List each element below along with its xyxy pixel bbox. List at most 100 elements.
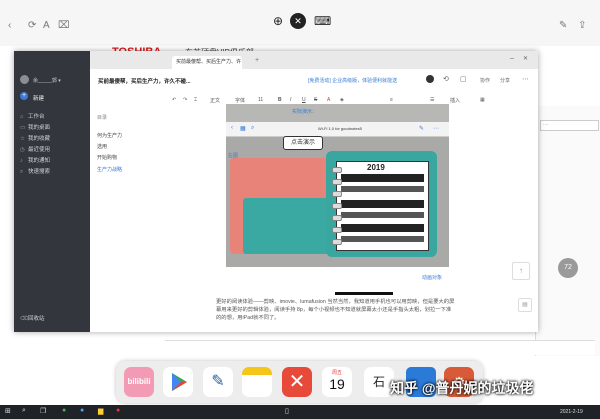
username[interactable]: 余_____郭 ▾: [33, 77, 61, 84]
outline-item-active[interactable]: 生产力战略: [97, 166, 122, 173]
search-icon[interactable]: ⌕: [251, 125, 254, 132]
comment-side-button[interactable]: ▤: [518, 298, 532, 312]
underline-icon[interactable]: U: [302, 97, 306, 103]
mute-icon[interactable]: ✕: [290, 13, 306, 29]
italic-icon[interactable]: I: [290, 97, 291, 103]
goodnotes-title: Wi-Fi 1.0 for goodnotes5: [318, 126, 362, 131]
back-icon[interactable]: ‹: [231, 125, 233, 131]
outline-title: 目录: [97, 115, 108, 121]
calendar-year: 2019: [367, 163, 385, 172]
play-store-icon[interactable]: [163, 367, 193, 397]
watermark: 知乎 @普丹妮的垃圾佬: [390, 380, 534, 396]
insert-menu[interactable]: 插入: [450, 97, 460, 104]
font-select[interactable]: 字体: [235, 97, 245, 104]
calendar-row: [341, 212, 424, 218]
calendar-row: [341, 200, 424, 208]
font-icon[interactable]: A: [43, 20, 50, 31]
strike-icon[interactable]: S: [314, 97, 317, 103]
table-icon[interactable]: ▦: [480, 97, 485, 103]
zoom-in-icon[interactable]: ⊕: [270, 13, 286, 29]
user-avatar-icon[interactable]: [426, 75, 434, 83]
close-icon[interactable]: ✕: [523, 55, 528, 62]
grid-icon[interactable]: ▦: [240, 125, 246, 132]
sidebar-item-desktop[interactable]: ▭ 我的桌面: [20, 123, 50, 131]
outline-item[interactable]: 何为生产力: [97, 132, 122, 139]
start-icon[interactable]: ⊞: [5, 407, 11, 415]
note-icon[interactable]: ⌧: [58, 20, 70, 31]
scroll-indicator[interactable]: [335, 292, 393, 295]
bold-icon[interactable]: B: [278, 97, 282, 103]
keyboard-icon[interactable]: ⌨: [314, 13, 331, 29]
goodnotes-toolbar: ‹ ▦ ⌕ Wi-Fi 1.0 for goodnotes5 ✎ ⋯: [226, 122, 449, 137]
bg-statusbar: [165, 340, 595, 355]
search-icon[interactable]: ⌕: [22, 407, 26, 415]
desktop-icon: ▭: [20, 125, 26, 131]
sidebar-item-recycle[interactable]: ⌫回收站: [20, 314, 45, 322]
doc-title[interactable]: 买前最傻帮，买后生产力，许久不碰...: [98, 77, 191, 85]
folder-icon[interactable]: ▆: [98, 407, 103, 415]
zoom-badge[interactable]: 72: [558, 258, 578, 278]
redo-icon[interactable]: ↷: [183, 97, 187, 103]
list-icon[interactable]: ≡: [390, 97, 393, 103]
app-icon[interactable]: ●: [116, 407, 120, 414]
sidebar-item-recent[interactable]: ◷ 最近使用: [20, 145, 50, 153]
promo-notice[interactable]: [免费活动] 企业高级版，体验便利就能送: [308, 77, 397, 84]
more-icon[interactable]: ⋯: [433, 125, 439, 132]
calendar-row: [341, 174, 424, 182]
clock-icon: ◷: [20, 147, 25, 153]
tab-bar: 买前最傻帮、买后生产力、许久... + – ✕: [90, 51, 538, 78]
share-button[interactable]: 分享: [500, 77, 510, 84]
chrome-icon[interactable]: ●: [62, 407, 66, 414]
notes-edit-icon[interactable]: ✎: [203, 367, 233, 397]
caption-top: 实际演示：: [292, 109, 318, 115]
refresh-icon[interactable]: ⟳: [28, 20, 36, 31]
notes-app-icon[interactable]: [242, 367, 272, 397]
browser-icon[interactable]: ●: [80, 407, 84, 414]
sidebar-item-search[interactable]: ⌕ 快速搜索: [20, 167, 50, 176]
history-icon[interactable]: ⟲: [443, 75, 449, 83]
pen-icon[interactable]: ✎: [419, 125, 424, 132]
tab-document[interactable]: 买前最傻帮、买后生产力、许久...: [172, 56, 242, 78]
system-toolbar: ‹ ⟳ A ⌧ ⊕ ✕ ⌨ ✎ ⇪: [0, 0, 600, 47]
text-color-icon[interactable]: A: [327, 97, 330, 103]
more-icon[interactable]: ⋯: [522, 75, 529, 83]
calendar-row: [341, 224, 424, 232]
style-select[interactable]: 正文: [210, 97, 220, 104]
image-top-strip: [226, 104, 449, 122]
taskview-icon[interactable]: ❐: [40, 407, 46, 415]
avatar[interactable]: [20, 75, 29, 84]
paragraph: 更好的阅读体验——剪映、imovie、lumafusion 当然当然，我知道用手…: [216, 299, 455, 321]
bell-icon: ♪: [20, 158, 23, 164]
outline-item[interactable]: 选用: [97, 143, 107, 150]
highlight-icon[interactable]: ◈: [340, 97, 344, 103]
new-tab-button[interactable]: +: [255, 57, 259, 64]
share-icon[interactable]: ⇪: [578, 20, 586, 31]
planner-rings: [332, 161, 342, 251]
bilibili-app-icon[interactable]: bilibili: [124, 367, 154, 397]
size-select[interactable]: 11: [258, 97, 263, 103]
back-icon[interactable]: ‹: [8, 20, 11, 31]
ipad-icon[interactable]: ▯: [285, 407, 289, 415]
align-icon[interactable]: ☰: [430, 97, 434, 103]
sidebar: 余_____郭 ▾ + 新建 ⌂ 工作台 ▭ 我的桌面 ☆ 我的收藏 ◷ 最近使用 ♪ 我…: [14, 51, 90, 332]
sidebar-item-favorites[interactable]: ☆ 我的收藏: [20, 134, 50, 142]
outline-item[interactable]: 开始购物: [97, 154, 117, 161]
undo-icon[interactable]: ↶: [172, 97, 176, 103]
comment-icon[interactable]: ▢: [460, 75, 467, 83]
new-button[interactable]: 新建: [33, 94, 44, 102]
sidebar-item-workbench[interactable]: ⌂ 工作台: [20, 112, 45, 120]
outline-panel: 目录 何为生产力 选用 开始购物 生产力战略: [90, 108, 180, 332]
xmind-app-icon[interactable]: ✕: [282, 367, 312, 397]
new-button-icon[interactable]: +: [20, 92, 28, 100]
edit-icon[interactable]: ✎: [559, 20, 567, 31]
doc-header: 买前最傻帮，买后生产力，许久不碰... [免费活动] 企业高级版，体验便利就能送…: [90, 69, 538, 94]
minimize-icon[interactable]: –: [510, 55, 514, 62]
notebook-pocket-teal: [243, 198, 339, 254]
right-bg-window: .... 72: [535, 106, 600, 356]
sidebar-item-notifications[interactable]: ♪ 我的通知: [20, 156, 50, 164]
collab-button[interactable]: 协作: [480, 77, 490, 84]
format-paint-icon[interactable]: ⌶: [194, 97, 197, 103]
calendar-app-icon[interactable]: 周五 19: [322, 367, 352, 397]
right-bg-input[interactable]: ....: [540, 120, 599, 131]
scroll-top-button[interactable]: ↑: [512, 262, 530, 280]
